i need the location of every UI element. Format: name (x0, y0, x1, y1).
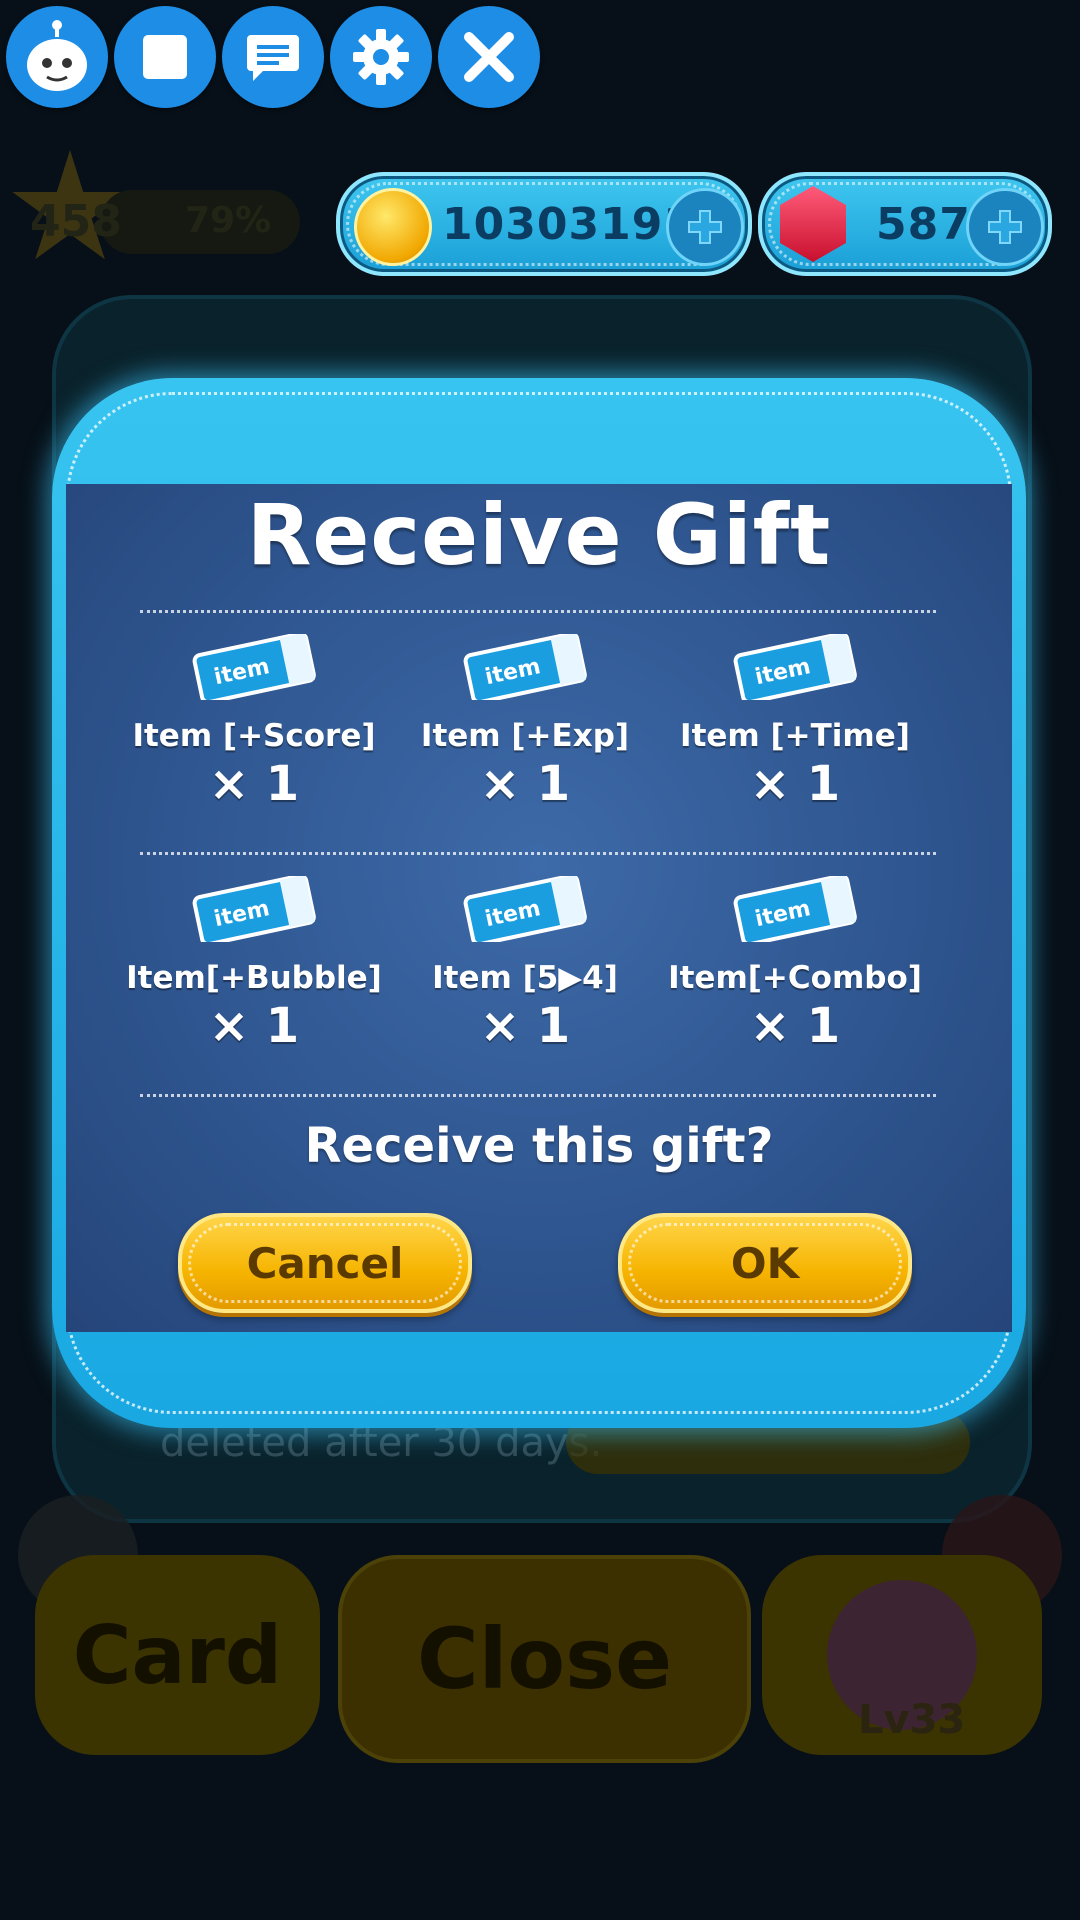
exit-button[interactable] (438, 6, 540, 108)
gift-item-quantity: × 1 (208, 756, 300, 812)
item-ticket-icon: item (733, 634, 857, 700)
gift-item-name: Item [5▶4] (432, 960, 618, 996)
gem-counter: 587 (758, 172, 1052, 276)
character-button: Lv33 (762, 1555, 1042, 1755)
item-ticket-icon: item (733, 876, 857, 942)
plus-icon (988, 210, 1022, 244)
gift-item: item Item [+Score] × 1 (114, 634, 394, 812)
game-screen: 458 79% 10303191 587 deleted after 30 da… (0, 0, 1080, 1920)
gift-item: item Item[+Bubble] × 1 (114, 876, 394, 1054)
character-level: Lv33 (858, 1697, 966, 1743)
item-ticket-icon: item (192, 876, 316, 942)
divider (140, 610, 936, 613)
add-coins-button[interactable] (666, 188, 744, 266)
divider (140, 852, 936, 855)
player-level: 458 (30, 196, 122, 247)
item-ticket-icon: item (192, 634, 316, 700)
stop-button[interactable] (114, 6, 216, 108)
gem-amount: 587 (876, 198, 971, 250)
gift-item-quantity: × 1 (749, 998, 841, 1054)
coin-counter: 10303191 (336, 172, 752, 276)
ok-button[interactable]: OK (618, 1213, 912, 1313)
gift-item: item Item [+Time] × 1 (655, 634, 935, 812)
robot-button[interactable] (6, 6, 108, 108)
gift-item-quantity: × 1 (479, 756, 571, 812)
card-button: Card (35, 1555, 320, 1755)
gift-item-name: Item [+Exp] (420, 718, 630, 754)
chat-icon (247, 35, 299, 81)
overlay-toolbar (6, 6, 540, 108)
close-icon (464, 32, 514, 82)
gift-item: item Item[+Combo] × 1 (655, 876, 935, 1054)
item-ticket-icon: item (463, 634, 587, 700)
gift-item-quantity: × 1 (749, 756, 841, 812)
cancel-button-label: Cancel (246, 1238, 404, 1288)
gift-item: item Item [+Exp] × 1 (385, 634, 665, 812)
settings-button[interactable] (330, 6, 432, 108)
dialog-title: Receive Gift (246, 486, 832, 584)
gift-item: item Item [5▶4] × 1 (385, 876, 665, 1054)
gift-item-name: Item[+Bubble] (126, 960, 382, 996)
level-progress-text: 79% (185, 200, 272, 241)
gift-item-quantity: × 1 (479, 998, 571, 1054)
gift-item-name: Item[+Combo] (668, 960, 922, 996)
cancel-button[interactable]: Cancel (178, 1213, 472, 1313)
player-level-badge: 458 79% (0, 150, 300, 270)
add-gems-button[interactable] (966, 188, 1044, 266)
divider (140, 1094, 936, 1097)
gift-item-quantity: × 1 (208, 998, 300, 1054)
receive-gift-dialog: Receive Gift item Item [+Score] × 1 item (52, 378, 1026, 1428)
ok-button-label: OK (730, 1238, 800, 1288)
gift-item-name: Item [+Time] (680, 718, 910, 754)
coin-icon (354, 188, 432, 266)
chat-button[interactable] (222, 6, 324, 108)
close-button: Close (338, 1555, 751, 1763)
gear-icon (353, 29, 409, 85)
coin-amount: 10303191 (442, 198, 695, 250)
gift-item-name: Item [+Score] (132, 718, 376, 754)
stop-icon (143, 35, 187, 79)
confirm-question: Receive this gift? (304, 1118, 774, 1174)
item-ticket-icon: item (463, 876, 587, 942)
plus-icon (688, 210, 722, 244)
robot-icon (27, 20, 87, 91)
